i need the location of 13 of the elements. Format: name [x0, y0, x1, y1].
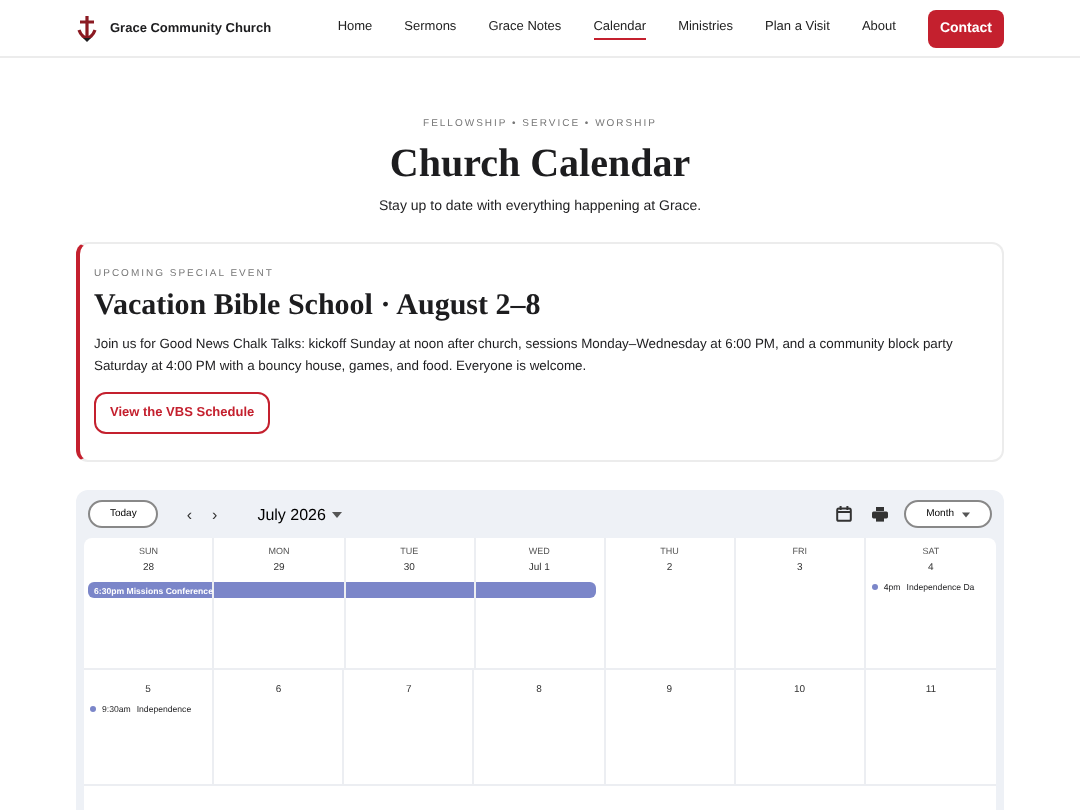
calendar-icon[interactable] [836, 506, 853, 522]
date-range-title[interactable]: July 2026 [245, 503, 354, 525]
caret-icon [962, 511, 970, 517]
print-icon[interactable] [872, 506, 889, 522]
card-title: Vacation Bible School · August 2–8 [94, 290, 543, 324]
caret-icon [331, 511, 342, 517]
cross-anchor-icon [76, 15, 98, 41]
previous-button[interactable]: ‹ [182, 505, 197, 523]
page-title: Church Calendar [389, 142, 691, 188]
next-button[interactable]: › [208, 505, 222, 523]
event-bar[interactable] [214, 582, 344, 598]
event-bar[interactable] [475, 582, 596, 598]
event-bar[interactable] [345, 582, 474, 598]
